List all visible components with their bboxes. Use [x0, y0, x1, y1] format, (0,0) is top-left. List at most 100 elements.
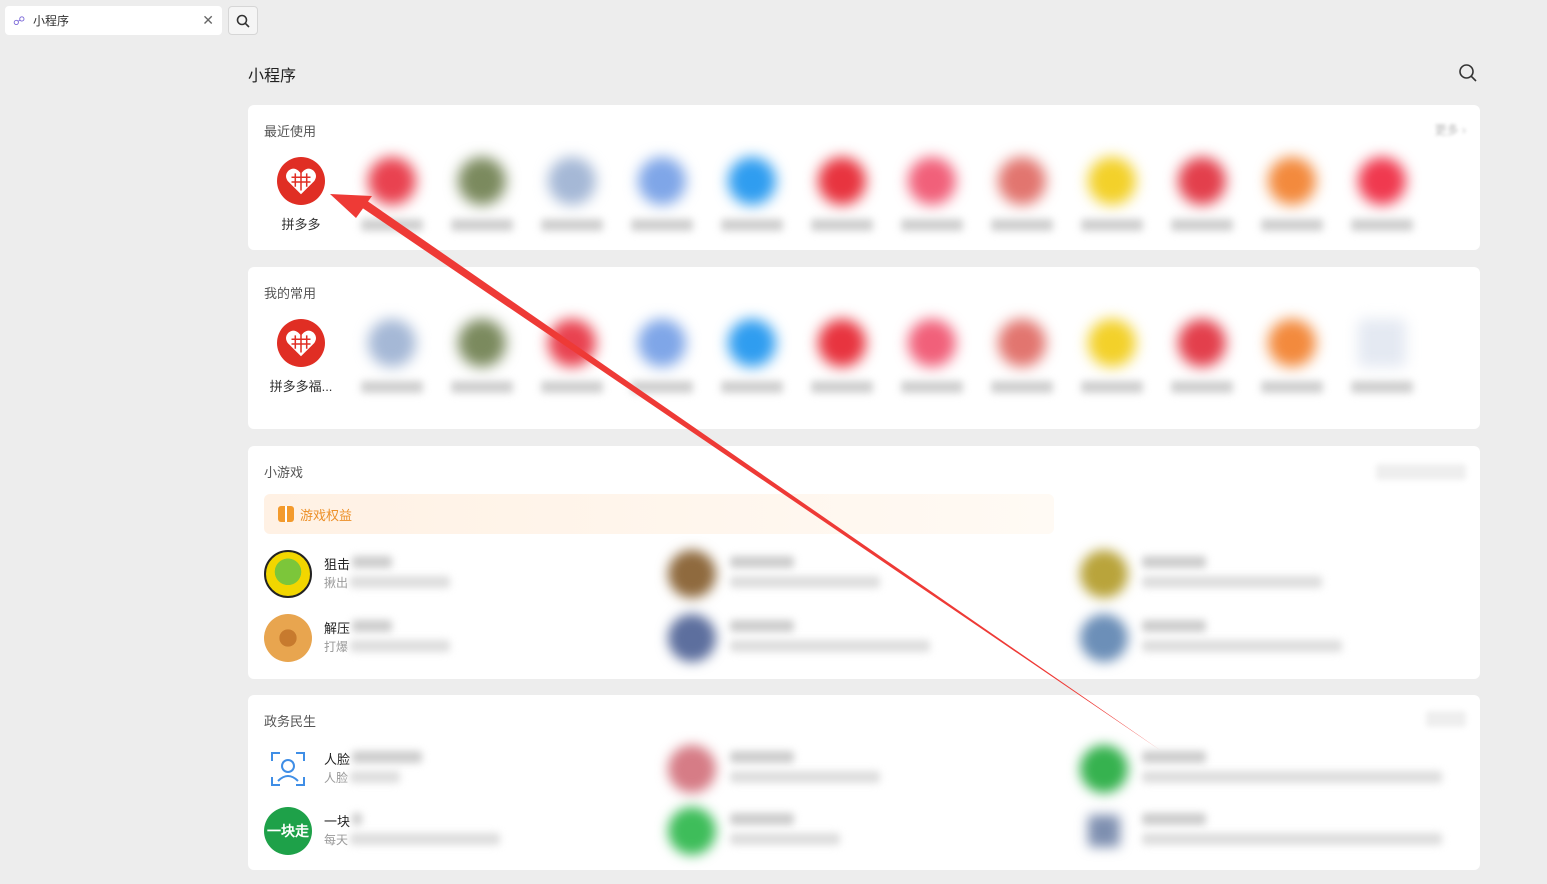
- search-icon[interactable]: [1458, 63, 1478, 83]
- favorite-app[interactable]: [977, 319, 1067, 393]
- gov-item[interactable]: [1080, 803, 1470, 859]
- favorite-app[interactable]: [707, 319, 797, 393]
- alien-game-icon: [264, 550, 312, 598]
- recent-app[interactable]: [617, 157, 707, 231]
- recent-app[interactable]: [347, 157, 437, 231]
- miniprogram-link-icon: ☍: [13, 13, 26, 28]
- recent-app[interactable]: [977, 157, 1067, 231]
- gov-subtitle: 每天: [324, 833, 349, 847]
- tab-label: 小程序: [33, 14, 70, 28]
- blurred-text: [730, 576, 880, 588]
- app-label: 拼多多福...: [269, 379, 333, 394]
- game-subtitle: 打爆: [324, 640, 349, 654]
- recent-app[interactable]: [1337, 157, 1427, 231]
- app-icon: [1178, 319, 1226, 367]
- tab-miniprogram[interactable]: ☍ 小程序 ✕: [5, 6, 222, 35]
- blurred-text: [350, 576, 450, 588]
- promo-label: 游戏权益: [300, 507, 353, 523]
- top-bar: ☍ 小程序 ✕: [0, 0, 1547, 42]
- app-label: [631, 381, 693, 393]
- game-item[interactable]: [1080, 546, 1470, 602]
- favorite-app[interactable]: [1067, 319, 1157, 393]
- gov-title: 一块: [324, 814, 351, 829]
- app-label: [721, 381, 783, 393]
- app-icon: [998, 319, 1046, 367]
- game-icon: [668, 614, 716, 662]
- gov-title: 人脸: [324, 752, 351, 767]
- blurred-text: [730, 640, 930, 652]
- app-icon: [1268, 319, 1316, 367]
- more-link[interactable]: 更多 ›: [1435, 121, 1466, 138]
- game-item[interactable]: [668, 546, 1058, 602]
- recent-app[interactable]: [797, 157, 887, 231]
- favorite-app[interactable]: [1337, 319, 1427, 393]
- blurred-text: [350, 640, 450, 652]
- app-label: [901, 219, 963, 231]
- gov-item[interactable]: 一块走 一块 每天: [264, 803, 654, 859]
- recent-app[interactable]: [527, 157, 617, 231]
- game-item[interactable]: 解压 打爆: [264, 610, 654, 666]
- game-item[interactable]: [668, 610, 1058, 666]
- game-item[interactable]: 狙击 揪出: [264, 546, 654, 602]
- favorite-app[interactable]: [797, 319, 887, 393]
- app-label: [1171, 381, 1233, 393]
- app-icon: [368, 157, 416, 205]
- more-link[interactable]: [1376, 464, 1466, 480]
- app-label: [901, 381, 963, 393]
- favorites-title: 我的常用: [264, 286, 317, 301]
- recent-app[interactable]: [1067, 157, 1157, 231]
- game-title: 狙击: [324, 557, 351, 572]
- favorite-app[interactable]: [617, 319, 707, 393]
- recent-app[interactable]: [1247, 157, 1337, 231]
- app-icon: [548, 319, 596, 367]
- recent-app[interactable]: [887, 157, 977, 231]
- games-title: 小游戏: [264, 465, 304, 480]
- app-icon: [1088, 157, 1136, 205]
- app-label: [1081, 219, 1143, 231]
- app-label: [1171, 219, 1233, 231]
- gov-item[interactable]: [1080, 741, 1470, 797]
- blurred-text: [1142, 833, 1442, 845]
- app-icon: [1088, 815, 1120, 847]
- app-label: [1081, 381, 1143, 393]
- pinduoduo-icon: [277, 319, 325, 367]
- favorite-app[interactable]: [437, 319, 527, 393]
- favorite-app[interactable]: [1247, 319, 1337, 393]
- games-card: 小游戏 游戏权益 狙击 揪出 解压 打爆: [248, 446, 1480, 679]
- favorite-app[interactable]: [1157, 319, 1247, 393]
- blurred-text: [350, 771, 400, 783]
- app-label: [451, 381, 513, 393]
- app-icon: [818, 319, 866, 367]
- favorite-app[interactable]: [347, 319, 437, 393]
- app-icon: [998, 157, 1046, 205]
- app-icon: [1080, 745, 1128, 793]
- close-icon[interactable]: ✕: [202, 12, 214, 29]
- gov-item[interactable]: [668, 741, 1058, 797]
- search-button[interactable]: [228, 6, 258, 35]
- app-icon: [668, 745, 716, 793]
- app-label: [631, 219, 693, 231]
- app-pinduoduo[interactable]: 拼多多: [256, 157, 346, 233]
- recent-app[interactable]: [707, 157, 797, 231]
- recent-app[interactable]: [1157, 157, 1247, 231]
- blurred-text: [730, 833, 840, 845]
- more-link[interactable]: [1426, 711, 1466, 727]
- gift-icon: [278, 506, 294, 522]
- page-title: 小程序: [248, 68, 297, 85]
- app-icon: [458, 157, 506, 205]
- game-item[interactable]: [1080, 610, 1470, 666]
- favorite-app[interactable]: [527, 319, 617, 393]
- blurred-text: [1142, 813, 1206, 825]
- gov-item[interactable]: 人脸 人脸: [264, 741, 654, 797]
- app-label: [1261, 381, 1323, 393]
- app-label: [451, 219, 513, 231]
- app-pinduoduo-fuli[interactable]: 拼多多福...: [256, 319, 346, 395]
- favorite-app[interactable]: [887, 319, 977, 393]
- gov-item[interactable]: [668, 803, 1058, 859]
- game-promo-banner[interactable]: 游戏权益: [264, 494, 1054, 534]
- gov-subtitle: 人脸: [324, 771, 349, 785]
- gov-card: 政务民生 人脸 人脸 一块走 一块 每天: [248, 695, 1480, 870]
- blurred-text: [350, 833, 500, 845]
- recent-app[interactable]: [437, 157, 527, 231]
- app-label: [991, 219, 1053, 231]
